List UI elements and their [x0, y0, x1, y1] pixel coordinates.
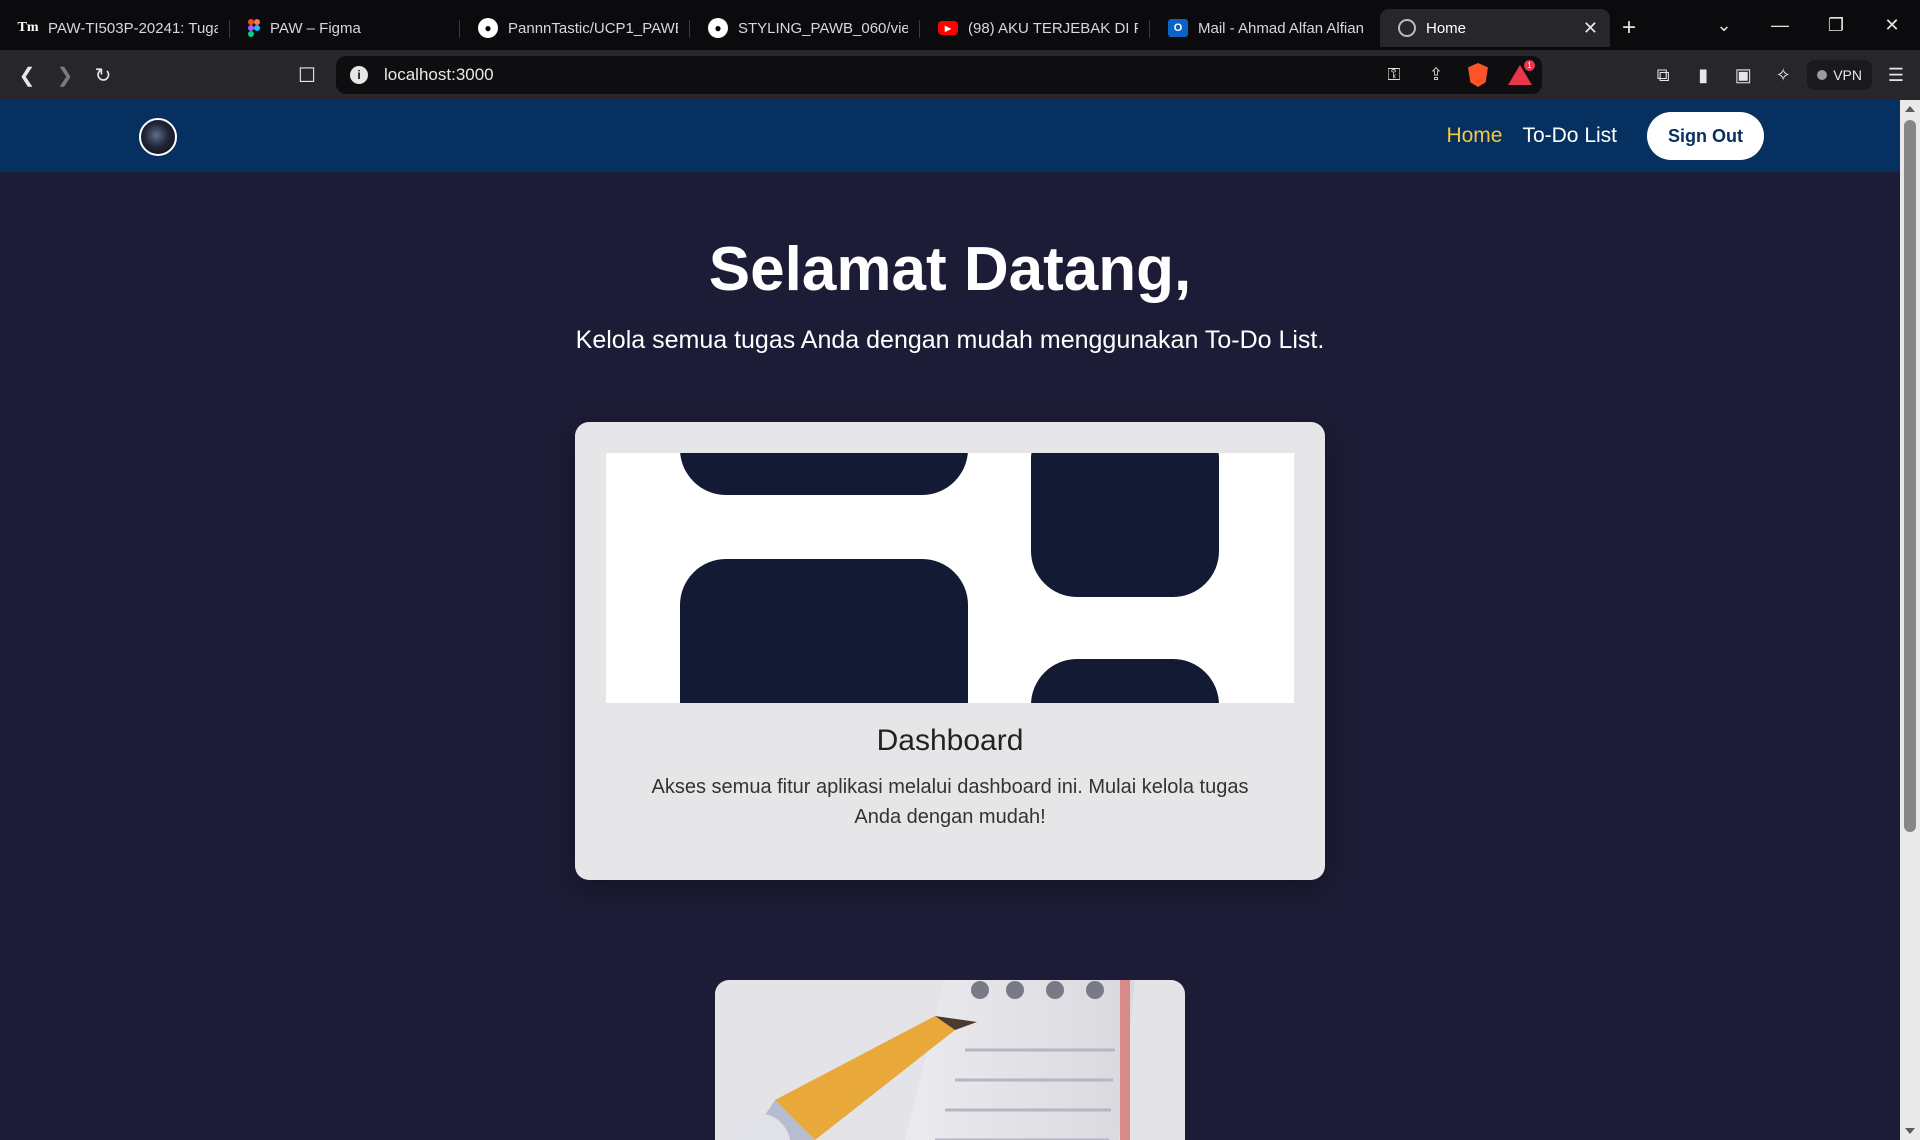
- tab-title: Home: [1426, 19, 1467, 37]
- page-scrollbar[interactable]: [1900, 100, 1920, 1140]
- nav-links: Home To-Do List Sign Out: [1446, 112, 1764, 160]
- browser-tab[interactable]: PAW – Figma: [230, 9, 460, 47]
- vpn-button[interactable]: VPN: [1807, 60, 1872, 90]
- site-info-icon[interactable]: i: [350, 66, 368, 84]
- card-description: Akses semua fitur aplikasi melalui dashb…: [651, 776, 1249, 828]
- brave-shields-icon[interactable]: [1464, 61, 1492, 89]
- illustration-shape: [680, 453, 968, 495]
- site-navbar: Home To-Do List Sign Out: [0, 100, 1900, 172]
- minimize-icon[interactable]: —: [1752, 15, 1808, 36]
- figma-icon: [248, 19, 260, 37]
- leo-ai-icon[interactable]: ✧: [1767, 56, 1799, 94]
- extensions-icon[interactable]: ⧉: [1647, 56, 1679, 94]
- browser-tab-active[interactable]: Home ✕: [1380, 9, 1610, 47]
- sidebar-icon[interactable]: ▮: [1687, 56, 1719, 94]
- browser-tab[interactable]: O Mail - Ahmad Alfan Alfian: [1150, 9, 1380, 47]
- globe-icon: [1398, 19, 1416, 37]
- vpn-label: VPN: [1833, 67, 1862, 83]
- tm-icon: Tm: [17, 20, 39, 35]
- hero-title: Selamat Datang,: [708, 235, 1192, 304]
- scrollbar-thumb[interactable]: [1904, 120, 1916, 832]
- close-tab-icon[interactable]: ✕: [1583, 18, 1598, 39]
- illustration-shape: [1031, 453, 1219, 597]
- github-icon: ●: [478, 18, 498, 38]
- page-viewport: Home To-Do List Sign Out Selamat Datang,…: [0, 100, 1900, 1140]
- bookmark-icon[interactable]: ☐: [288, 56, 326, 94]
- nav-link-todo[interactable]: To-Do List: [1522, 124, 1617, 148]
- scroll-down-icon[interactable]: [1905, 1128, 1915, 1134]
- back-icon[interactable]: ❮: [8, 56, 46, 94]
- brave-rewards-icon[interactable]: 1: [1506, 59, 1536, 89]
- address-bar[interactable]: i localhost:3000 ⚿ ⇪ 1: [336, 56, 1542, 94]
- share-icon[interactable]: ⇪: [1422, 61, 1450, 89]
- outlook-icon: O: [1168, 19, 1188, 37]
- dashboard-illustration: [606, 453, 1294, 703]
- illustration-shape: [1031, 659, 1219, 703]
- tab-title: STYLING_PAWB_060/view: [738, 19, 908, 37]
- forward-icon[interactable]: ❯: [46, 56, 84, 94]
- menu-icon[interactable]: ☰: [1880, 56, 1912, 94]
- youtube-icon: ▶: [938, 21, 958, 35]
- close-window-icon[interactable]: ✕: [1864, 15, 1920, 36]
- wallet-icon[interactable]: ▣: [1727, 56, 1759, 94]
- todo-card[interactable]: [715, 980, 1185, 1140]
- browser-tab[interactable]: ● PannnTastic/UCP1_PAWB: [460, 9, 690, 47]
- tab-title: PannnTastic/UCP1_PAWB: [508, 19, 678, 37]
- window-controls: ⌄ — ❐ ✕: [1696, 0, 1920, 50]
- hero-subtitle: Kelola semua tugas Anda dengan mudah men…: [575, 326, 1325, 354]
- tab-title: PAW – Figma: [270, 19, 361, 37]
- browser-tab-strip: Tm PAW-TI503P-20241: Tugas PAW – Figma ●…: [0, 0, 1920, 50]
- toolbar-right: ⧉ ▮ ▣ ✧ VPN ☰: [1647, 56, 1912, 94]
- tab-title: PAW-TI503P-20241: Tugas: [48, 19, 218, 37]
- tab-title: Mail - Ahmad Alfan Alfian: [1198, 19, 1364, 37]
- vpn-status-icon: [1817, 70, 1828, 80]
- tab-search-icon[interactable]: ⌄: [1696, 15, 1752, 36]
- dashboard-card[interactable]: Dashboard Akses semua fitur aplikasi mel…: [575, 422, 1325, 880]
- rewards-badge: 1: [1523, 59, 1536, 72]
- new-tab-button[interactable]: +: [1610, 9, 1648, 47]
- site-logo[interactable]: [139, 118, 177, 156]
- browser-toolbar: ❮ ❯ ↻ ☐ i localhost:3000 ⚿ ⇪ 1 ⧉ ▮ ▣ ✧ V…: [0, 50, 1920, 100]
- browser-tab[interactable]: ● STYLING_PAWB_060/view: [690, 9, 920, 47]
- illustration-shape: [680, 559, 968, 703]
- notepad-pencil-illustration: [731, 980, 1135, 1140]
- password-key-icon[interactable]: ⚿: [1380, 61, 1408, 89]
- sign-out-button[interactable]: Sign Out: [1647, 112, 1764, 160]
- browser-tab[interactable]: ▶ (98) AKU TERJEBAK DI PE: [920, 9, 1150, 47]
- tab-title: (98) AKU TERJEBAK DI PE: [968, 19, 1138, 37]
- github-icon: ●: [708, 18, 728, 38]
- scroll-up-icon[interactable]: [1905, 106, 1915, 112]
- address-text: localhost:3000: [384, 65, 494, 84]
- address-bar-actions: ⚿ ⇪ 1: [1380, 56, 1536, 94]
- reload-icon[interactable]: ↻: [84, 56, 122, 94]
- restore-icon[interactable]: ❐: [1808, 15, 1864, 36]
- card-title: Dashboard: [876, 724, 1024, 757]
- browser-tab[interactable]: Tm PAW-TI503P-20241: Tugas: [0, 9, 230, 47]
- nav-link-home[interactable]: Home: [1446, 124, 1502, 148]
